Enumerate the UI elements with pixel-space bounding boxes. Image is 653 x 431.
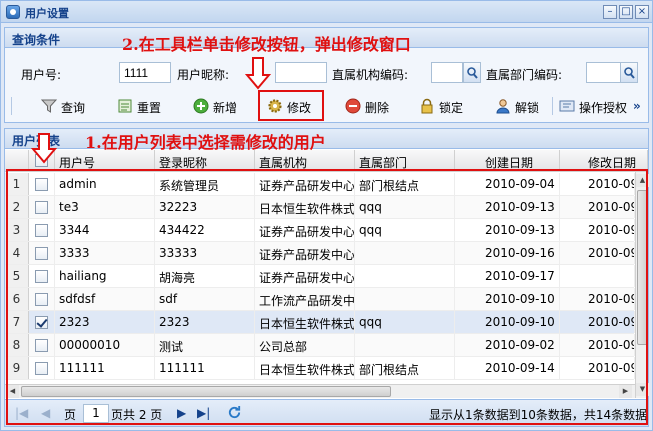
toolbar-separator	[552, 97, 553, 115]
toolbar-more-icon[interactable]: »	[633, 99, 641, 123]
delete-icon	[345, 98, 361, 114]
nickname-input[interactable]	[275, 62, 327, 83]
window-titlebar: 用户设置 – □ ×	[1, 1, 652, 23]
dept-code-label: 直属部门编码:	[486, 68, 563, 82]
delete-button[interactable]: 删除	[345, 94, 395, 118]
maximize-button[interactable]: □	[619, 5, 633, 19]
user-no-label: 用户号:	[21, 68, 62, 82]
add-button[interactable]: 新增	[193, 94, 243, 118]
add-icon	[193, 98, 209, 114]
user-no-input[interactable]	[119, 62, 171, 83]
toolbar-separator	[11, 97, 12, 115]
authorize-button[interactable]: 操作授权	[559, 94, 629, 118]
org-code-label: 直属机构编码:	[332, 68, 409, 82]
authorize-icon	[559, 100, 575, 112]
filter-icon	[41, 99, 57, 113]
dept-code-search-trigger[interactable]	[620, 62, 638, 83]
user-settings-icon	[6, 5, 20, 19]
query-panel-title: 查询条件	[12, 33, 61, 47]
step1-annotation: 1.在用户列表中选择需修改的用户	[85, 133, 326, 152]
close-button[interactable]: ×	[635, 5, 649, 19]
search-icon	[467, 67, 478, 79]
step2-annotation: 2.在工具栏单击修改按钮，弹出修改窗口	[122, 35, 411, 54]
lock-button[interactable]: 锁定	[419, 94, 469, 118]
down-arrow-icon	[245, 57, 271, 90]
user-icon	[496, 99, 510, 114]
dept-code-input[interactable]	[586, 62, 622, 83]
org-code-search-trigger[interactable]	[463, 62, 481, 83]
reset-button[interactable]: 重置	[117, 94, 167, 118]
org-code-input[interactable]	[431, 62, 463, 83]
unlock-button[interactable]: 解锁	[495, 94, 545, 118]
down-arrow-icon	[31, 133, 57, 164]
search-icon	[624, 67, 635, 79]
nickname-label: 用户昵称:	[177, 68, 230, 82]
user-list-highlight-box	[6, 169, 648, 425]
reset-icon	[118, 99, 132, 113]
query-button[interactable]: 查询	[41, 94, 91, 118]
minimize-button[interactable]: –	[603, 5, 617, 19]
toolbar: 查询 重置 新增 修改 删除 锁定 解锁 操作授权 »	[11, 92, 646, 120]
window-title: 用户设置	[25, 7, 69, 20]
lock-icon	[421, 98, 433, 114]
user-settings-window: 用户设置 – □ × 查询条件 用户号: 用户昵称: 直属机构编码: 直属部门编…	[0, 0, 653, 431]
edit-button-highlight-box	[258, 90, 324, 121]
